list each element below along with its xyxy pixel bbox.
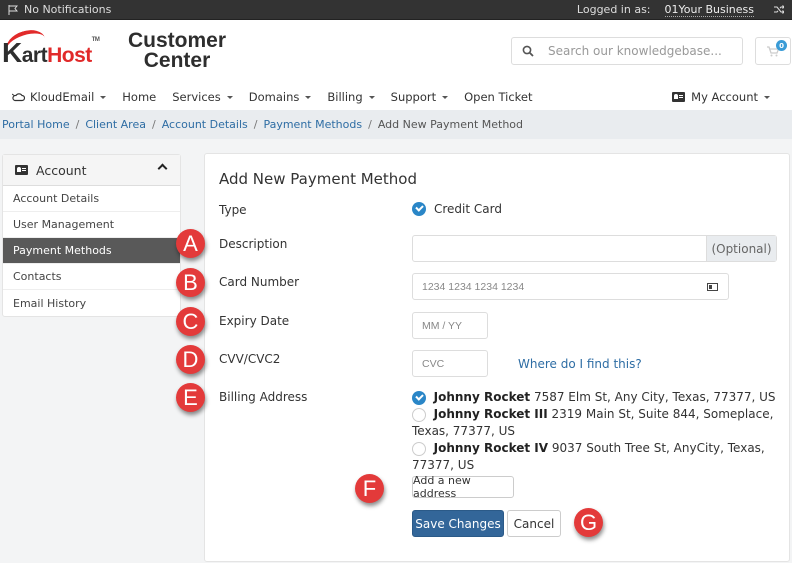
sidebar-title: Account [36, 162, 87, 178]
shuffle-icon[interactable] [774, 5, 784, 14]
billing-address-option[interactable]: Johnny Rocket III 2319 Main St, Suite 84… [412, 406, 782, 440]
description-label: Description [219, 237, 288, 251]
business-name-link[interactable]: 01Your Business [664, 3, 754, 17]
breadcrumb: Portal Home / Client Area / Account Deta… [0, 110, 792, 139]
sidebar-item-payment-methods[interactable]: Payment Methods [3, 238, 180, 264]
payment-method-form: Add New Payment Method Type Credit Card … [204, 153, 790, 562]
cancel-button[interactable]: Cancel [507, 510, 561, 537]
annotation-marker-b: B [176, 268, 205, 297]
search-icon [522, 45, 534, 57]
card-number-label: Card Number [219, 275, 300, 289]
knowledgebase-search-input[interactable]: Search our knowledgebase... [511, 37, 743, 65]
card-number-input[interactable]: 1234 1234 1234 1234 [412, 273, 729, 300]
sidebar-item-contacts[interactable]: Contacts [3, 264, 180, 290]
optional-addon: (Optional) [706, 236, 776, 261]
billing-address-option[interactable]: Johnny Rocket IV 9037 South Tree St, Any… [412, 440, 782, 474]
chevron-down-icon [368, 95, 375, 99]
breadcrumb-client-area[interactable]: Client Area [85, 118, 146, 131]
cloud-icon [12, 92, 25, 101]
checked-radio-icon [412, 202, 426, 216]
add-new-address-button[interactable]: Add a new address [412, 474, 514, 500]
breadcrumb-account-details[interactable]: Account Details [162, 118, 248, 131]
sidebar-header[interactable]: Account [3, 155, 180, 186]
nav-domains[interactable]: Domains [249, 90, 312, 104]
notifications-label: No Notifications [24, 3, 112, 16]
main-nav: KloudEmail Home Services Domains Billing… [0, 86, 792, 108]
annotation-marker-c: C [176, 307, 205, 336]
unchecked-radio-icon [412, 441, 426, 456]
chevron-down-icon [226, 95, 233, 99]
top-bar: No Notifications Logged in as: 01Your Bu… [0, 0, 792, 20]
nav-my-account[interactable]: My Account [672, 90, 770, 104]
nav-kloudemail[interactable]: KloudEmail [12, 90, 107, 104]
expiry-date-input[interactable]: MM / YY [412, 312, 488, 339]
expiry-date-label: Expiry Date [219, 314, 290, 328]
cvv-label: CVV/CVC2 [219, 352, 281, 366]
nav-services[interactable]: Services [172, 90, 233, 104]
checked-radio-icon [412, 390, 426, 405]
chevron-down-icon [442, 95, 449, 99]
nav-billing[interactable]: Billing [327, 90, 375, 104]
notifications-link[interactable]: No Notifications [8, 3, 111, 16]
type-credit-card-option[interactable]: Credit Card [412, 202, 502, 216]
sidebar-item-email-history[interactable]: Email History [3, 290, 180, 316]
logo-tagline: Customer Center [128, 29, 227, 72]
breadcrumb-portal-home[interactable]: Portal Home [2, 118, 70, 131]
page-title: Add New Payment Method [219, 170, 417, 188]
sidebar-item-account-details[interactable]: Account Details [3, 186, 180, 212]
logo-brand: KartHostTM [2, 37, 100, 68]
account-sidebar: Account Account Details User Management … [2, 154, 181, 317]
sidebar-item-user-management[interactable]: User Management [3, 212, 180, 238]
id-card-icon [672, 92, 686, 102]
cart-count-badge: 0 [776, 40, 787, 51]
logged-in-label: Logged in as: [576, 3, 651, 16]
annotation-marker-d: D [176, 345, 205, 374]
nav-support[interactable]: Support [391, 90, 449, 104]
annotation-marker-g: G [574, 508, 603, 537]
billing-address-list: Johnny Rocket 7587 Elm St, Any City, Tex… [412, 389, 782, 474]
search-placeholder: Search our knowledgebase... [548, 44, 722, 58]
unchecked-radio-icon [412, 407, 426, 422]
chevron-up-icon[interactable] [157, 163, 168, 174]
annotation-marker-a: A [176, 229, 205, 258]
cvv-help-link[interactable]: Where do I find this? [518, 357, 642, 371]
annotation-marker-e: E [176, 383, 205, 412]
id-card-icon [15, 165, 28, 175]
breadcrumb-current: Add New Payment Method [377, 118, 524, 131]
breadcrumb-payment-methods[interactable]: Payment Methods [263, 118, 362, 131]
billing-address-label: Billing Address [219, 390, 308, 404]
billing-address-option[interactable]: Johnny Rocket 7587 Elm St, Any City, Tex… [412, 389, 782, 406]
chevron-down-icon [764, 95, 770, 99]
cart-button[interactable]: 0 [755, 37, 791, 65]
flag-icon [8, 4, 18, 15]
credit-card-icon [707, 283, 718, 291]
chevron-down-icon [305, 95, 312, 99]
type-label: Type [219, 203, 247, 217]
type-value: Credit Card [434, 202, 502, 216]
save-changes-button[interactable]: Save Changes [412, 510, 504, 537]
cvv-input[interactable]: CVC [412, 350, 488, 377]
annotation-marker-f: F [355, 474, 384, 503]
logo[interactable]: KartHostTM Customer Center [0, 25, 230, 77]
chevron-down-icon [100, 95, 107, 99]
nav-open-ticket[interactable]: Open Ticket [464, 90, 532, 104]
description-input[interactable]: (Optional) [412, 235, 777, 262]
nav-home[interactable]: Home [122, 90, 156, 104]
